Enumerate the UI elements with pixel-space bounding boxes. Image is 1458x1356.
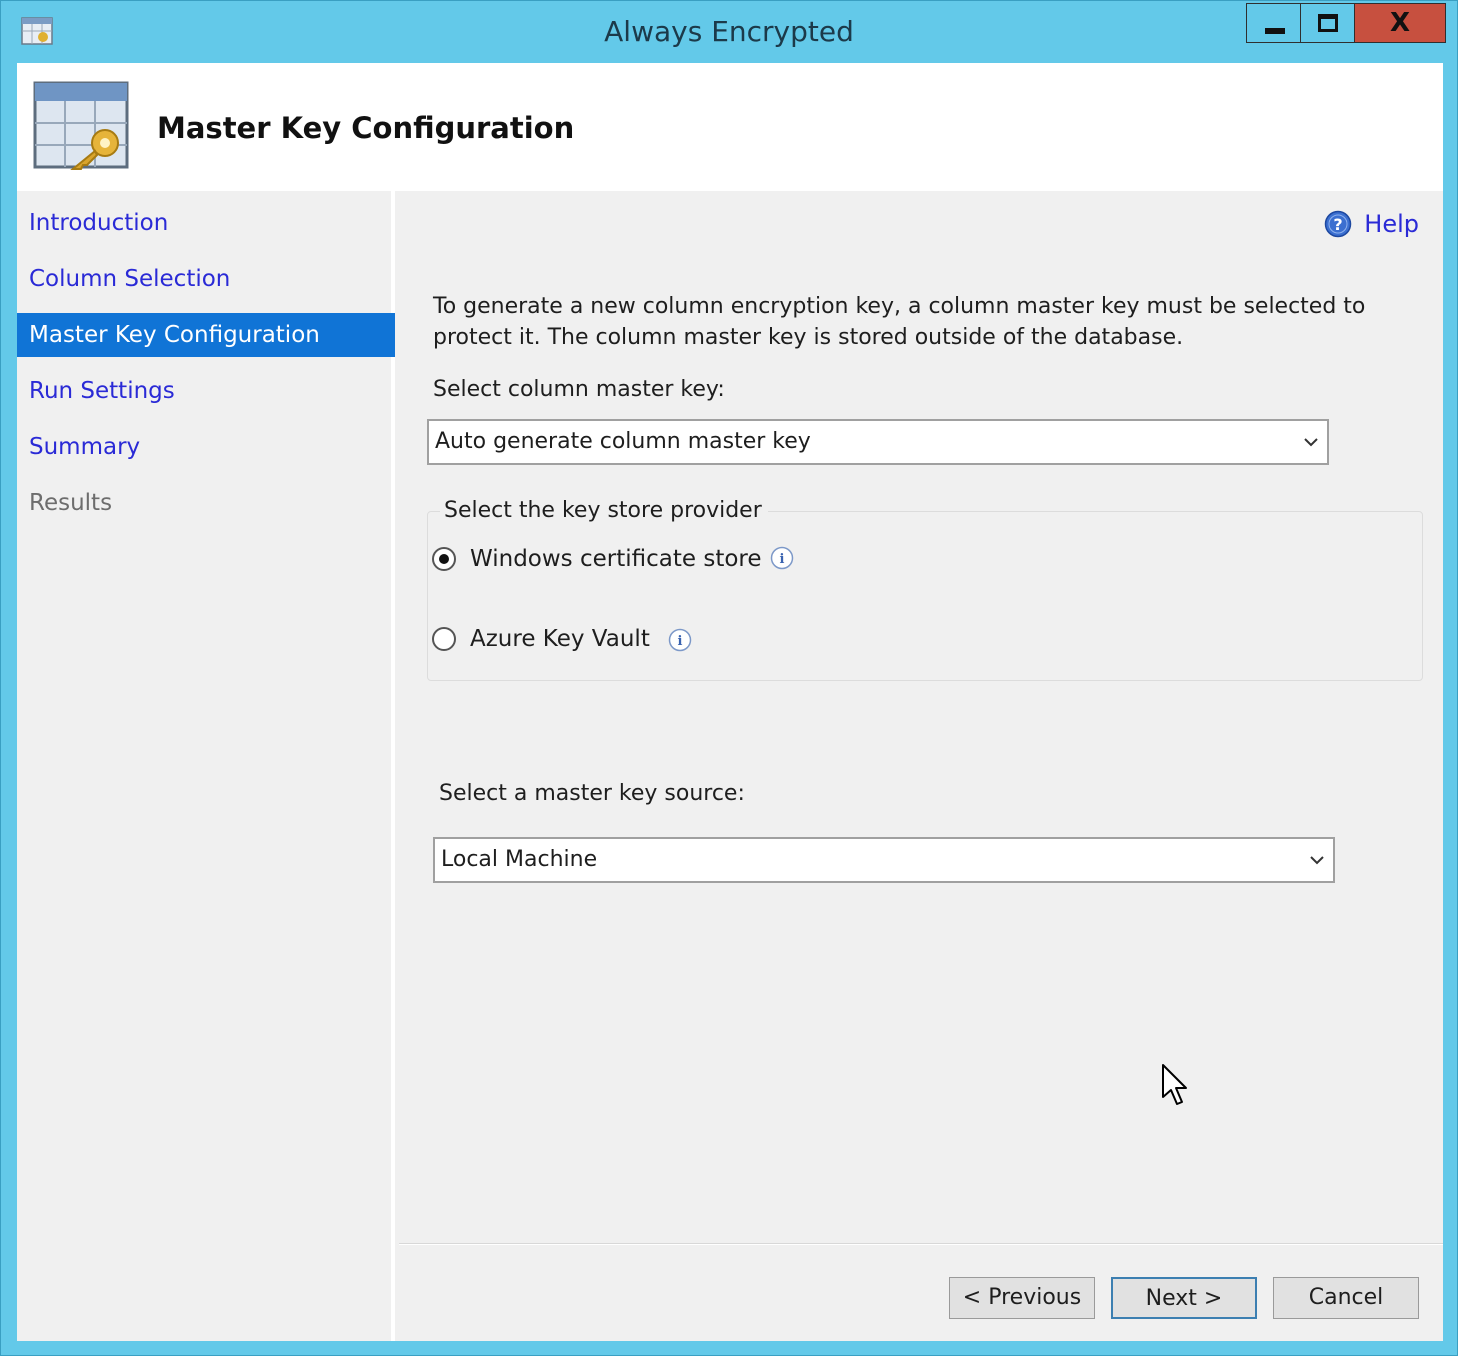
maximize-button[interactable]: [1301, 3, 1355, 43]
master-key-value: Auto generate column master key: [435, 429, 811, 454]
page-title: Master Key Configuration: [157, 111, 575, 145]
radio-button-checked[interactable]: [432, 547, 456, 571]
radio-windows-certificate-store[interactable]: Windows certificate store: [432, 546, 762, 572]
key-source-value: Local Machine: [441, 847, 598, 872]
key-source-label: Select a master key source:: [439, 781, 745, 806]
minimize-icon: [1265, 28, 1285, 34]
close-button[interactable]: X: [1355, 3, 1446, 43]
sidebar-item-summary[interactable]: Summary: [17, 425, 395, 469]
info-icon[interactable]: i: [668, 628, 692, 652]
chevron-down-icon: [1310, 856, 1324, 865]
svg-text:?: ?: [1334, 215, 1343, 234]
sidebar-item-introduction[interactable]: Introduction: [17, 201, 395, 245]
master-key-select[interactable]: Auto generate column master key: [427, 419, 1329, 465]
intro-text: To generate a new column encryption key,…: [433, 294, 1366, 350]
sidebar-item-run-settings[interactable]: Run Settings: [17, 369, 395, 413]
help-label[interactable]: Help: [1364, 210, 1419, 238]
chevron-down-icon: [1304, 438, 1318, 447]
key-store-provider-group: Select the key store provider Windows ce…: [427, 498, 1423, 681]
previous-button[interactable]: < Previous: [949, 1277, 1095, 1319]
key-store-legend: Select the key store provider: [440, 498, 768, 523]
page-header: Master Key Configuration: [17, 63, 1443, 191]
minimize-button[interactable]: [1246, 3, 1301, 43]
info-icon[interactable]: i: [770, 546, 794, 570]
table-key-icon: [33, 81, 129, 170]
svg-text:i: i: [780, 552, 785, 567]
help-link[interactable]: ? Help: [1324, 207, 1419, 241]
sidebar-item-results: Results: [29, 490, 113, 516]
close-icon: X: [1389, 8, 1411, 38]
footer-divider: [399, 1243, 1443, 1245]
title-bar[interactable]: Always Encrypted X: [1, 1, 1457, 63]
main-panel: ? Help To generate a new column encrypti…: [399, 191, 1443, 1341]
sidebar-item-column-selection[interactable]: Column Selection: [17, 257, 395, 301]
wizard-window: Always Encrypted X Master Key Configurat…: [0, 0, 1458, 1356]
window-title: Always Encrypted: [604, 15, 854, 48]
mouse-cursor-icon: [1162, 1064, 1187, 1105]
client-area: Master Key Configuration Introduction Co…: [17, 63, 1443, 1341]
master-key-label: Select column master key:: [433, 377, 725, 402]
sidebar-item-master-key-configuration[interactable]: Master Key Configuration: [17, 313, 395, 357]
svg-text:i: i: [678, 634, 683, 649]
radio-button-unchecked[interactable]: [432, 627, 456, 651]
key-source-select[interactable]: Local Machine: [433, 837, 1335, 883]
maximize-icon: [1318, 14, 1338, 32]
help-icon: ?: [1325, 210, 1352, 238]
radio-label[interactable]: Windows certificate store: [470, 546, 762, 572]
next-button[interactable]: Next >: [1111, 1277, 1257, 1319]
wizard-steps-sidebar: Introduction Column Selection Master Key…: [17, 191, 395, 1341]
cancel-button[interactable]: Cancel: [1273, 1277, 1419, 1319]
radio-label[interactable]: Azure Key Vault: [470, 626, 650, 652]
radio-azure-key-vault[interactable]: Azure Key Vault: [432, 626, 650, 652]
